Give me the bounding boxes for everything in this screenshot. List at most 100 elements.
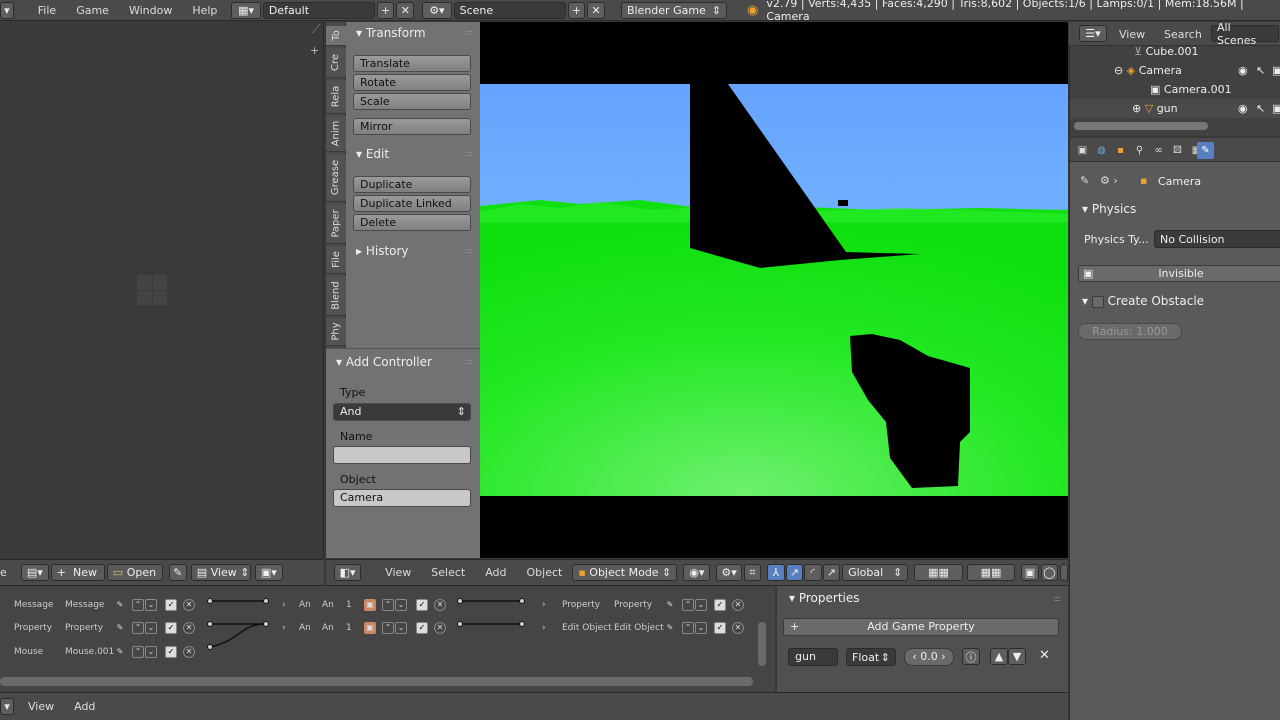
- editor-type-icon[interactable]: ▾: [0, 1, 14, 19]
- remove-icon[interactable]: ✕: [732, 622, 744, 634]
- menu-window[interactable]: Window: [119, 0, 182, 21]
- transform-panel-header[interactable]: ▾ Transform: [356, 26, 426, 40]
- logic-scrollbar-vertical[interactable]: [758, 622, 766, 666]
- tab-grease-pencil[interactable]: Grease: [326, 154, 346, 202]
- arrow-up-icon[interactable]: ⌃: [132, 599, 144, 611]
- rotate-button[interactable]: Rotate: [353, 74, 471, 91]
- panel-grip-icon[interactable]: ::::: [465, 246, 473, 255]
- physics-panel-header[interactable]: ▾ Physics: [1082, 202, 1136, 216]
- data-tab-icon[interactable]: ⚄: [1169, 142, 1186, 159]
- translate-button[interactable]: Translate: [353, 55, 471, 72]
- property-name-input[interactable]: gun: [788, 648, 838, 666]
- tab-create[interactable]: Cre: [326, 48, 346, 78]
- engine-select[interactable]: Blender Game ⇕: [620, 1, 728, 19]
- menu-view[interactable]: View: [375, 562, 421, 583]
- property-value-field[interactable]: ‹ 0.0 ›: [904, 648, 954, 666]
- expand-icon[interactable]: ›: [282, 619, 286, 637]
- mirror-button[interactable]: Mirror: [353, 118, 471, 135]
- corner-handle-icon[interactable]: ⟋: [312, 22, 320, 37]
- scene-icon[interactable]: ⚙▾: [422, 1, 452, 19]
- remove-icon[interactable]: ✕: [183, 622, 195, 634]
- checkbox-icon[interactable]: ✓: [416, 622, 428, 634]
- arrow-down-icon[interactable]: ⌄: [145, 622, 157, 634]
- duplicate-button[interactable]: Duplicate: [353, 176, 471, 193]
- screenshot-icon[interactable]: ▣▾: [254, 564, 283, 581]
- state-icon[interactable]: ▣: [364, 622, 376, 634]
- manipulator-icon[interactable]: ⅄: [767, 564, 785, 581]
- panel-grip-icon[interactable]: ::::: [1053, 594, 1061, 603]
- info-icon[interactable]: ⓘ: [962, 648, 980, 665]
- tab-blend[interactable]: Blend: [326, 276, 346, 316]
- obstacle-checkbox[interactable]: [1091, 295, 1104, 308]
- checkbox-icon[interactable]: ✓: [416, 599, 428, 611]
- property-type-select[interactable]: Float ⇕: [846, 648, 896, 666]
- arrow-up-icon[interactable]: ⌃: [382, 622, 394, 634]
- add-game-property-button[interactable]: + Add Game Property: [783, 618, 1059, 636]
- snap-element-icon[interactable]: [1060, 564, 1069, 581]
- physics-type-select[interactable]: No Collision: [1154, 230, 1280, 248]
- outliner-scrollbar[interactable]: [1074, 122, 1208, 130]
- rotate-manip-icon[interactable]: ◜: [804, 564, 822, 581]
- controller-row[interactable]: › An An 1 ▣ ⌃ ⌄ ✓ ✕: [278, 596, 452, 614]
- outliner-row[interactable]: ⊕ ▽ gun ◉ ↖ ▣: [1070, 99, 1280, 118]
- remove-icon[interactable]: ✕: [434, 622, 446, 634]
- arrow-up-icon[interactable]: ⌃: [132, 646, 144, 658]
- panel-grip-icon[interactable]: ::::: [465, 28, 473, 37]
- eye-icon[interactable]: ◉: [1238, 99, 1248, 118]
- arrow-up-icon[interactable]: ⌃: [682, 622, 694, 634]
- remove-icon[interactable]: ✕: [183, 599, 195, 611]
- history-panel-header[interactable]: ▸ History: [356, 244, 409, 258]
- expand-icon[interactable]: ›: [282, 596, 286, 614]
- viewport-editor-icon[interactable]: ◧▾: [334, 564, 362, 581]
- tab-animation[interactable]: Anim: [326, 116, 346, 152]
- editor-type-icon[interactable]: ▾: [0, 698, 14, 715]
- outliner-editor-icon[interactable]: ☰▾: [1079, 25, 1107, 42]
- cursor-icon[interactable]: ↖: [1256, 99, 1265, 118]
- expand-icon[interactable]: ›: [542, 596, 546, 614]
- expand-icon[interactable]: ›: [542, 619, 546, 637]
- remove-icon[interactable]: ✕: [434, 599, 446, 611]
- sensor-row[interactable]: Message Message ✎ ⌃ ⌄ ✓ ✕: [0, 596, 200, 614]
- remove-layout-icon[interactable]: ✕: [396, 1, 415, 19]
- menu-select[interactable]: Select: [421, 562, 475, 583]
- move-down-icon[interactable]: ▼: [1008, 648, 1026, 665]
- world-tab-icon[interactable]: ◍: [1093, 142, 1110, 159]
- remove-icon[interactable]: ✕: [732, 599, 744, 611]
- logic-view-menu[interactable]: ▤ View ⇕: [190, 564, 251, 581]
- pin-icon[interactable]: ✎: [1080, 174, 1089, 187]
- checkbox-icon[interactable]: ✓: [165, 599, 177, 611]
- controller-row[interactable]: › An An 1 ▣ ⌃ ⌄ ✓ ✕: [278, 619, 452, 637]
- logic-editor-type-icon[interactable]: ▤▾: [20, 564, 49, 581]
- screen-layout-field[interactable]: Default: [262, 1, 375, 19]
- pin-icon[interactable]: ✎: [114, 599, 126, 611]
- empty-editor-area[interactable]: + ⟋: [0, 22, 324, 558]
- logic-bricks[interactable]: Message Message ✎ ⌃ ⌄ ✓ ✕ Property Prope…: [0, 585, 775, 692]
- sensor-row[interactable]: Mouse Mouse.001 ✎ ⌃ ⌄ ✓ ✕: [0, 643, 200, 661]
- outliner-row[interactable]: ⊖ ◈ Camera ◉ ↖ ▣: [1070, 61, 1280, 80]
- name-input[interactable]: [333, 446, 471, 464]
- arrow-down-icon[interactable]: ⌄: [395, 599, 407, 611]
- add-scene-icon[interactable]: +: [567, 1, 586, 19]
- translate-manip-icon[interactable]: ↗: [785, 564, 804, 581]
- render-icon[interactable]: ▣: [1272, 61, 1280, 80]
- render-layer-icon[interactable]: ▣: [1021, 564, 1039, 581]
- open-button[interactable]: ▭ Open: [106, 564, 163, 581]
- constraint-tab-icon[interactable]: ⚲: [1131, 142, 1148, 159]
- sensor-row[interactable]: Property Property ✎ ⌃ ⌄ ✓ ✕: [0, 619, 200, 637]
- delete-button[interactable]: Delete: [353, 214, 471, 231]
- duplicate-linked-button[interactable]: Duplicate Linked: [353, 195, 471, 212]
- pin-icon[interactable]: ✎: [114, 646, 126, 658]
- object-tab-icon[interactable]: ▪: [1112, 142, 1129, 159]
- checkbox-icon[interactable]: ✓: [714, 622, 726, 634]
- outliner-display-select[interactable]: All Scenes: [1211, 21, 1279, 47]
- 3d-viewport[interactable]: [480, 22, 1068, 558]
- edit-panel-header[interactable]: ▾ Edit: [356, 147, 389, 161]
- menu-file[interactable]: File: [28, 0, 66, 21]
- render-tab-icon[interactable]: ▣: [1074, 142, 1091, 159]
- tab-relations[interactable]: Rela: [326, 80, 346, 114]
- outliner-search-menu[interactable]: Search: [1164, 28, 1202, 41]
- arrow-down-icon[interactable]: ⌄: [395, 622, 407, 634]
- move-up-icon[interactable]: ▲: [990, 648, 1008, 665]
- menu-object[interactable]: Object: [517, 562, 573, 583]
- object-input[interactable]: Camera: [333, 489, 471, 507]
